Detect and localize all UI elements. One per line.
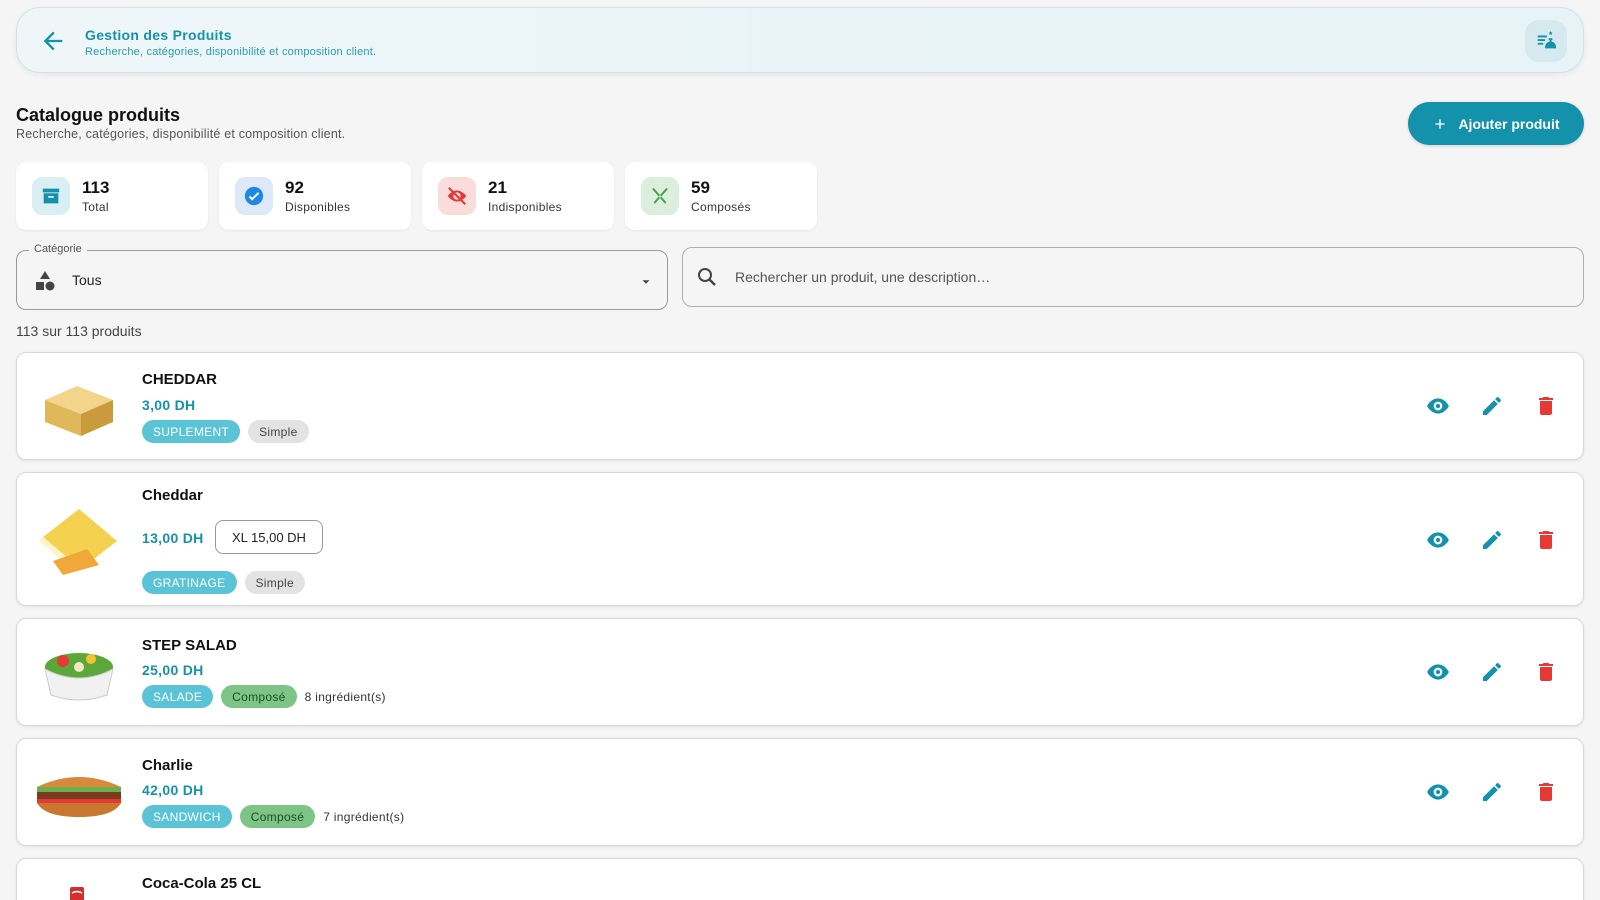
salad-bowl-image [33, 637, 125, 707]
stat-available: 92 Disponibles [219, 162, 411, 230]
restaurant-menu-button[interactable] [1525, 20, 1567, 62]
back-arrow-icon[interactable] [39, 27, 67, 55]
shapes-icon [33, 269, 57, 298]
stat-label: Disponibles [285, 200, 351, 214]
product-card[interactable]: Charlie 42,00 DH SANDWICH Composé 7 ingr… [16, 738, 1584, 846]
category-tag: SANDWICH [142, 805, 232, 828]
product-actions [1425, 527, 1559, 553]
product-actions [1425, 659, 1559, 685]
results-count: 113 sur 113 produits [16, 323, 142, 339]
stat-value: 59 [691, 178, 710, 197]
edit-pencil-icon[interactable] [1479, 527, 1505, 553]
product-name: CHEDDAR [142, 371, 217, 388]
app-bar: Gestion des Produits Recherche, catégori… [16, 7, 1584, 73]
product-tags: SUPLEMENT Simple [142, 420, 309, 443]
product-price: 42,00 DH [142, 782, 204, 798]
delete-trash-icon[interactable] [1533, 779, 1559, 805]
kind-tag: Composé [239, 805, 316, 828]
stat-label: Total [82, 200, 109, 214]
view-eye-icon[interactable] [1425, 393, 1451, 419]
kind-tag: Simple [244, 571, 305, 594]
ingredients-count: 7 ingrédient(s) [323, 809, 405, 824]
cheese-block-image [33, 372, 125, 442]
delete-trash-icon[interactable] [1533, 393, 1559, 419]
cheese-slices-image [33, 505, 125, 575]
product-price: 13,00 DH [142, 530, 204, 546]
category-tag: GRATINAGE [142, 571, 237, 594]
page-subtitle: Recherche, catégories, disponibilité et … [16, 127, 346, 141]
archive-icon [32, 177, 70, 215]
stat-value: 21 [488, 178, 507, 197]
plus-icon [1435, 118, 1446, 129]
app-title: Gestion des Produits [85, 27, 232, 43]
product-price: 3,00 DH [142, 397, 196, 413]
category-select[interactable]: Catégorie Tous [16, 243, 668, 310]
page-title: Catalogue produits [16, 105, 181, 125]
product-tags: GRATINAGE Simple [142, 571, 305, 594]
check-circle-icon [235, 177, 273, 215]
category-value: Tous [72, 272, 102, 288]
product-card[interactable]: CHEDDAR 3,00 DH SUPLEMENT Simple [16, 352, 1584, 460]
ingredients-count: 8 ingrédient(s) [304, 689, 386, 704]
search-input[interactable] [735, 260, 1555, 294]
sandwich-image [33, 757, 125, 827]
utensils-icon [641, 177, 679, 215]
product-card[interactable]: Cheddar 13,00 DH XL 15,00 DH GRATINAGE S… [16, 472, 1584, 606]
view-eye-icon[interactable] [1425, 659, 1451, 685]
soda-can-image [67, 885, 87, 900]
view-eye-icon[interactable] [1425, 779, 1451, 805]
edit-pencil-icon[interactable] [1479, 659, 1505, 685]
add-product-label: Ajouter produit [1458, 115, 1560, 132]
delete-trash-icon[interactable] [1533, 659, 1559, 685]
product-actions [1425, 393, 1559, 419]
product-tags: SALADE Composé 8 ingrédient(s) [142, 685, 386, 708]
variant-chip[interactable]: XL 15,00 DH [215, 520, 323, 554]
view-eye-icon[interactable] [1425, 527, 1451, 553]
kind-tag: Composé [221, 685, 297, 708]
product-tags: SANDWICH Composé 7 ingrédient(s) [142, 805, 404, 828]
stat-composed: 59 Composés [625, 162, 817, 230]
stat-value: 113 [82, 178, 110, 197]
product-name: Cheddar [142, 487, 203, 504]
product-name: Charlie [142, 757, 193, 774]
search-icon [695, 265, 719, 294]
search-box [682, 247, 1584, 307]
category-label: Catégorie [29, 243, 87, 255]
delete-trash-icon[interactable] [1533, 527, 1559, 553]
product-card[interactable]: Coca-Cola 25 CL [16, 858, 1584, 900]
kind-tag: Simple [248, 420, 309, 443]
stat-value: 92 [285, 178, 304, 197]
add-product-button[interactable]: Ajouter produit [1408, 102, 1584, 145]
stat-unavailable: 21 Indisponibles [422, 162, 614, 230]
stat-total: 113 Total [16, 162, 208, 230]
stat-label: Indisponibles [488, 200, 562, 214]
product-name: STEP SALAD [142, 637, 237, 654]
product-price: 25,00 DH [142, 662, 204, 678]
edit-pencil-icon[interactable] [1479, 393, 1505, 419]
edit-pencil-icon[interactable] [1479, 779, 1505, 805]
category-tag: SALADE [142, 685, 214, 708]
eye-off-icon [438, 177, 476, 215]
food-cloche-icon [1537, 31, 1557, 49]
product-card[interactable]: STEP SALAD 25,00 DH SALADE Composé 8 ing… [16, 618, 1584, 726]
app-subtitle: Recherche, catégories, disponibilité et … [85, 46, 377, 58]
category-tag: SUPLEMENT [142, 420, 241, 443]
product-actions [1425, 779, 1559, 805]
chevron-down-icon [639, 275, 653, 294]
stat-label: Composés [691, 200, 751, 214]
product-name: Coca-Cola 25 CL [142, 875, 262, 892]
